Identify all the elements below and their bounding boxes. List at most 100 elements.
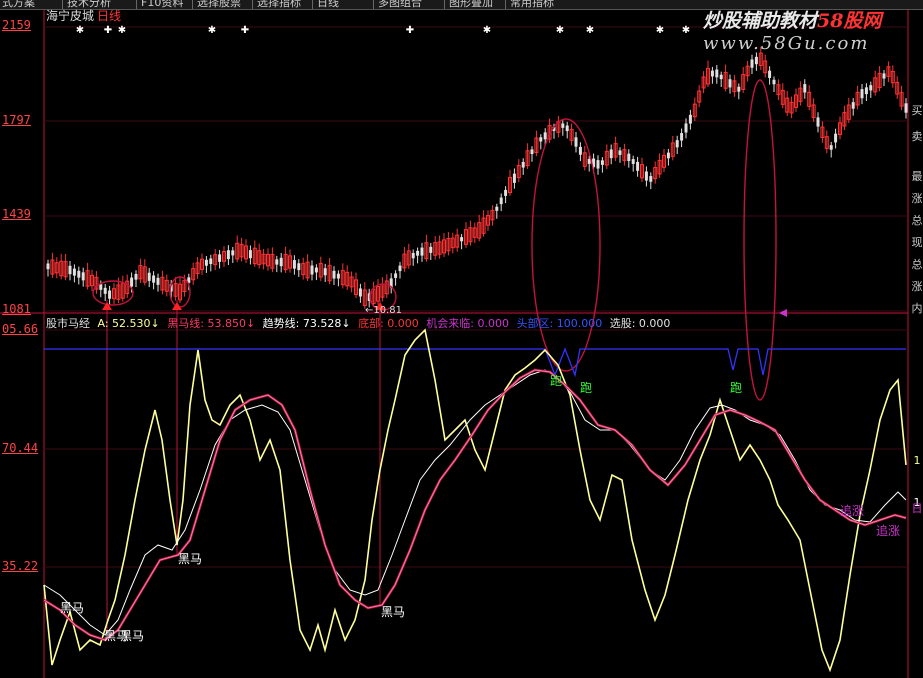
candle-body [904,103,908,113]
candle-body [231,250,235,256]
candle-body [829,145,833,150]
indicator-name[interactable]: 股市马经 [46,317,90,330]
indicator-low-value: 底部: 0.000 [358,317,419,330]
signal-label: 跑 [550,374,562,388]
candle-body [565,125,569,132]
indicator-opportunity-value: 机会来临: 0.000 [426,317,509,330]
chart-title: 海宁皮城 日线 [46,9,121,24]
indicator-trend-value: 趋势线: 73.528↓ [262,317,351,330]
indicator-axis-label: 70.44 [2,441,39,455]
horizontal-grid [44,26,908,568]
candle-body [627,153,631,162]
candle-body [134,273,138,280]
star-marker: ✚ [241,25,249,36]
star-marker: ✱ [483,25,491,36]
candle-body [130,277,134,287]
star-marker: ✱ [208,25,216,36]
candle-body [882,73,886,79]
indicator-black-horse-value: 黑马线: 53.850↓ [167,317,256,330]
side-char: 总 [911,214,923,227]
signal-label: 跑 [580,381,592,395]
candle-body [398,265,402,272]
candle-body [680,133,684,141]
side-info-column: 买 卖 最 涨 总 现 总 涨 内 [911,105,923,325]
candle-body [644,171,648,181]
candle-body [587,158,591,164]
candle-body [869,85,873,91]
candle-body [147,272,151,281]
watermark-url: www.58Gu.com [703,33,870,54]
scroll-marker[interactable] [779,309,787,317]
period-label[interactable]: 日线 [97,9,121,23]
side-char: 涨 [911,280,923,293]
price-axis-label: 2159 [2,18,31,32]
price-axis-label: 1439 [2,207,31,221]
candle-body [156,277,160,285]
indicator-axis-label: 35.22 [2,559,39,573]
candle-body [108,290,112,299]
candle-body [420,247,424,256]
candle-body [226,250,230,260]
candle-body [578,146,582,155]
candle-body [310,265,314,275]
candle-body [209,258,213,265]
candle-body [636,161,640,171]
candle-body [710,70,714,77]
signal-label: 黑马 [60,601,84,615]
side-char: 卖 [911,130,923,143]
candle-body [68,265,72,275]
candle-body [860,89,864,99]
side-char: 最 [911,170,923,183]
candle-body [688,114,692,124]
star-marker: ✚ [406,25,414,36]
candle-body [816,117,820,127]
signal-labels: 黑马黑马黑马黑马黑马跑跑跑追涨追涨 [60,374,900,643]
candle-body [499,197,503,205]
candle-body [323,268,327,276]
candle-body [851,102,855,109]
side-char: 内 [911,302,923,315]
candle-body [609,149,613,159]
side-num: 1 [913,454,921,467]
candle-body [666,152,670,159]
a-line [43,328,907,673]
candle-body [103,287,107,294]
candle-body [314,267,318,273]
candle-body [332,270,336,279]
candle-body [204,259,208,266]
candle-body [521,161,525,168]
candle-body [292,260,296,269]
star-marker: ✱ [556,25,564,36]
signal-label: 追涨 [876,523,900,538]
candle-body [768,70,772,78]
candle-body [248,250,252,259]
candle-body [530,149,534,155]
indicator-a-value: A: 52.530↓ [97,317,160,330]
candle-body [495,206,499,211]
watermark-title: 炒股辅助教材58股网 [703,10,882,32]
candle-body [504,189,508,196]
signal-label: 跑 [730,381,742,395]
candle-body [574,137,578,147]
candle-body [618,150,622,155]
chart-canvas[interactable]: ✱ ✚ ✱ ✱ ✚ ✚ ✱ ✱ ✱ ✱ ✱ 黑马黑马黑马黑马黑马跑跑跑追涨追涨 ←10.81 [0,0,923,678]
candle-body [411,252,415,259]
star-marker: ✱ [682,25,690,36]
highlight-circle [531,118,601,372]
candle-body [512,173,516,183]
star-marker: ✚ [104,25,112,36]
highlight-circles [92,79,777,401]
indicator-top-value: 头部区: 100.000 [516,317,603,330]
signal-label: 追涨 [840,503,864,518]
star-marker: ✱ [118,25,126,36]
stock-name: 海宁皮城 [46,9,95,23]
candle-body [46,263,50,270]
candle-body [803,84,807,93]
candle-body [728,79,732,88]
candle-body [675,140,679,148]
price-axis-label: 1797 [2,113,31,127]
candle-body [275,259,279,265]
candle-body [539,137,543,142]
low-price-label: ←10.81 [365,305,402,316]
indicator-selection-value: 选股: 0.000 [609,317,671,330]
